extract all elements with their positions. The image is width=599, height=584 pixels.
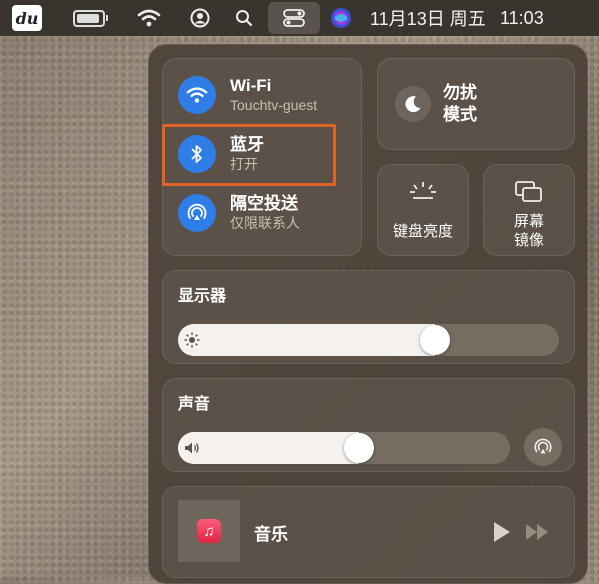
airdrop-label: 隔空投送 <box>230 194 298 213</box>
menu-bar-date[interactable]: 11月13日 周五 <box>370 0 490 36</box>
wifi-icon[interactable] <box>178 76 216 114</box>
wifi-label: Wi-Fi <box>230 76 272 95</box>
sun-icon <box>184 332 200 348</box>
du-app-icon[interactable]: du <box>12 5 42 31</box>
volume-slider-knob[interactable] <box>344 433 374 463</box>
airplay-audio-icon[interactable] <box>524 428 562 466</box>
music-note-icon: ♫ <box>197 519 221 543</box>
display-title: 显示器 <box>178 288 227 305</box>
screen-mirroring-icon <box>483 180 575 204</box>
sound-tile: 声音 <box>162 378 575 472</box>
display-slider-knob[interactable] <box>420 325 450 355</box>
menu-bar-time[interactable]: 11:03 <box>500 0 580 36</box>
sound-title: 声音 <box>178 396 211 413</box>
airdrop-icon[interactable] <box>178 194 216 232</box>
screen-mirroring-text: 屏幕镜像 <box>513 213 544 249</box>
keyboard-brightness-label: 键盘亮度 <box>392 223 453 240</box>
display-tile: 显示器 <box>162 270 575 364</box>
control-center-icon[interactable] <box>268 2 320 34</box>
airdrop-status: 仅限联系人 <box>230 215 300 231</box>
keyboard-brightness-icon <box>377 180 469 202</box>
display-slider-fill <box>178 324 435 356</box>
now-playing-tile[interactable]: ♫ 音乐 <box>162 486 575 578</box>
speaker-icon <box>185 442 199 454</box>
now-playing-app-name: 音乐 <box>254 525 288 544</box>
volume-slider-fill <box>178 432 359 464</box>
play-icon[interactable] <box>494 522 510 542</box>
siri-icon[interactable] <box>328 0 354 36</box>
wifi-toggle[interactable]: Wi-Fi Touchtv-guest <box>178 76 317 114</box>
bluetooth-highlight-box <box>162 124 336 186</box>
do-not-disturb-tile[interactable]: 勿扰模式 <box>377 58 575 150</box>
wifi-icon[interactable] <box>136 0 162 36</box>
wifi-network-name: Touchtv-guest <box>230 97 318 113</box>
volume-slider[interactable] <box>178 432 510 464</box>
menu-bar: du 11月13日 周五 11:03 <box>0 0 599 36</box>
moon-icon <box>395 86 431 122</box>
screen-mirroring-tile[interactable]: 屏幕镜像 <box>483 164 575 256</box>
display-brightness-slider[interactable] <box>178 324 559 356</box>
search-icon[interactable] <box>233 0 255 36</box>
keyboard-brightness-tile[interactable]: 键盘亮度 <box>377 164 469 256</box>
fast-forward-icon[interactable] <box>526 524 548 540</box>
airdrop-toggle[interactable]: 隔空投送 仅限联系人 <box>178 194 300 232</box>
dnd-label: 勿扰模式 <box>443 83 477 124</box>
user-icon[interactable] <box>188 0 212 36</box>
album-artwork[interactable]: ♫ <box>178 500 240 562</box>
screen-mirroring-label: 屏幕镜像 <box>483 212 575 250</box>
battery-icon[interactable] <box>72 0 108 36</box>
